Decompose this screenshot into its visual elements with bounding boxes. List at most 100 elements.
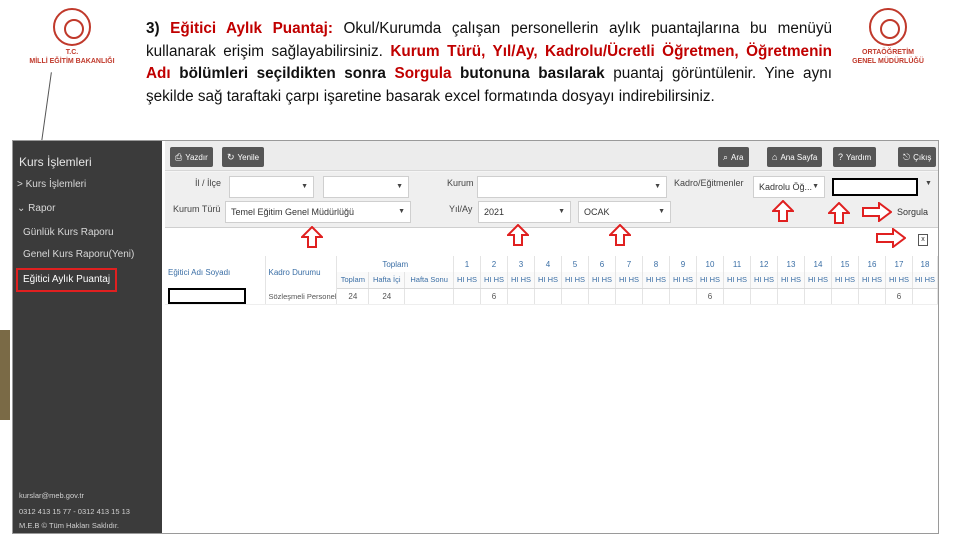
day-cell <box>858 288 886 305</box>
home-button[interactable]: ⌂ Ana Sayfa <box>767 147 823 167</box>
day-cell <box>750 288 778 305</box>
sub-header-hihs: HI HS <box>561 272 589 289</box>
sorgula-button[interactable]: Sorgula <box>897 201 937 223</box>
filter-panel: İl / İlçe ▼ ▼ Kurum ▼ Kadro/Eğitmenler K… <box>165 172 938 228</box>
day-cell: 6 <box>480 288 508 305</box>
day-cell <box>534 288 562 305</box>
day-cell <box>642 288 670 305</box>
chevron-down-icon: ▼ <box>301 183 308 190</box>
help-icon: ? <box>838 152 844 162</box>
teacher-name-select[interactable] <box>832 178 918 196</box>
sub-header-hihs: HI HS <box>642 272 670 289</box>
slide: T.C. MİLLİ EĞİTİM BAKANLIĞI ORTAÖĞRETİM … <box>0 0 960 540</box>
sidebar-item-egitici-aylik-puantaj[interactable]: Eğitici Aylık Puantaj <box>23 274 110 285</box>
day-cell <box>453 288 481 305</box>
sub-header-hihs: HI HS <box>858 272 886 289</box>
sidebar-item-gunluk-kurs-raporu[interactable]: Günlük Kurs Raporu <box>23 227 114 238</box>
day-cell <box>831 288 859 305</box>
annotation-arrow-up-icon <box>301 226 323 248</box>
kadro-select[interactable]: Kadrolu Öğ... ▼ <box>753 176 825 198</box>
sub-header-hihs: HI HS <box>453 272 481 289</box>
sub-header-hihs: HI HS <box>615 272 643 289</box>
sub-header-hihs: HI HS <box>912 272 938 289</box>
footer-phone: 0312 413 15 77 - 0312 413 15 13 <box>19 507 130 516</box>
annotation-arrow-up-icon <box>772 200 794 222</box>
ilce-select[interactable]: ▼ <box>323 176 409 198</box>
redacted-name <box>168 288 246 304</box>
refresh-button[interactable]: ↻ Yenile <box>222 147 265 167</box>
sub-header-hihs: HI HS <box>480 272 508 289</box>
day-cell: 6 <box>885 288 913 305</box>
sub-header-hihs: HI HS <box>507 272 535 289</box>
day-cell <box>588 288 616 305</box>
chevron-down-icon: ▼ <box>812 183 819 190</box>
month-select[interactable]: OCAK ▼ <box>578 201 671 223</box>
help-button[interactable]: ? Yardım <box>833 147 877 167</box>
hafta-sonu-cell <box>404 288 454 305</box>
sidebar-item-kurs-islemleri[interactable]: > Kurs İşlemleri <box>17 179 86 190</box>
il-ilce-label: İl / İlçe <box>195 178 222 188</box>
day-cell <box>561 288 589 305</box>
sub-header-hihs: HI HS <box>804 272 832 289</box>
sub-header-hihs: HI HS <box>777 272 805 289</box>
exit-icon: ⎋ <box>903 152 911 162</box>
ogm-logo: ORTAÖĞRETİM GENEL MÜDÜRLÜĞÜ <box>838 8 938 66</box>
search-icon: ⌕ <box>723 152 729 162</box>
day-header: 10 <box>696 256 724 272</box>
day-cell: 6 <box>696 288 724 305</box>
sub-header-hihs: HI HS <box>669 272 697 289</box>
search-button[interactable]: ⌕ Ara <box>718 147 749 167</box>
day-header: 1 <box>453 256 481 272</box>
footer-copyright: M.E.B © Tüm Hakları Saklıdır. <box>19 521 119 530</box>
chevron-down-icon: ▼ <box>654 183 661 190</box>
chevron-down-icon: ▼ <box>925 180 932 187</box>
day-header: 6 <box>588 256 616 272</box>
exit-button[interactable]: ⎋ Çıkış <box>898 147 937 167</box>
ogm-seal-icon <box>869 8 907 46</box>
kurum-turu-select[interactable]: Temel Eğitim Genel Müdürlüğü ▼ <box>225 201 411 223</box>
day-header: 5 <box>561 256 589 272</box>
day-cell <box>777 288 805 305</box>
day-header: 4 <box>534 256 562 272</box>
sidebar-item-rapor[interactable]: ⌄ Rapor <box>17 203 55 214</box>
day-header: 8 <box>642 256 670 272</box>
col-header-kadro: Kadro Durumu <box>265 256 338 288</box>
day-cell <box>669 288 697 305</box>
sidebar-item-genel-kurs-raporu[interactable]: Genel Kurs Raporu(Yeni) <box>23 249 134 260</box>
print-icon: ⎙ <box>175 152 183 162</box>
kurum-select[interactable]: ▼ <box>477 176 667 198</box>
chevron-down-icon: ▼ <box>558 208 565 215</box>
table-header-row: Eğitici Adı Soyadı Kadro Durumu Toplam 1… <box>165 256 938 288</box>
chevron-down-icon: ▼ <box>396 183 403 190</box>
sub-header-toplam: Toplam <box>336 272 370 289</box>
meb-logo-text: T.C. MİLLİ EĞİTİM BAKANLIĞI <box>29 49 115 65</box>
annotation-arrow-up-icon <box>828 202 850 224</box>
toplam-cell: 24 <box>336 288 370 305</box>
kurum-turu-label: Kurum Türü <box>173 204 221 214</box>
day-header: 15 <box>831 256 859 272</box>
puantaj-table: Eğitici Adı Soyadı Kadro Durumu Toplam 1… <box>165 256 938 305</box>
annotation-arrow-up-icon <box>609 224 631 246</box>
kurum-label: Kurum <box>447 178 474 188</box>
kadro-label: Kadro/Eğitmenler <box>674 178 744 188</box>
year-select[interactable]: 2021 ▼ <box>478 201 571 223</box>
day-header: 11 <box>723 256 751 272</box>
day-header: 9 <box>669 256 697 272</box>
col-header-name: Eğitici Adı Soyadı <box>165 256 266 288</box>
instruction-paragraph: 3) Eğitici Aylık Puantaj: Okul/Kurumda ç… <box>146 20 833 105</box>
il-select[interactable]: ▼ <box>229 176 314 198</box>
table-row[interactable]: Sözleşmeli Personel 24 24 6 6 6 <box>165 288 938 305</box>
kadro-cell: Sözleşmeli Personel <box>265 288 338 305</box>
day-header: 7 <box>615 256 643 272</box>
sub-header-hihs: HI HS <box>696 272 724 289</box>
print-button[interactable]: ⎙ Yazdır <box>170 147 213 167</box>
day-cell <box>912 288 938 305</box>
meb-logo: T.C. MİLLİ EĞİTİM BAKANLIĞI <box>22 8 122 66</box>
home-icon: ⌂ <box>772 152 778 162</box>
excel-export-icon[interactable]: x <box>918 234 928 246</box>
day-header: 2 <box>480 256 508 272</box>
col-header-toplam: Toplam <box>336 256 454 272</box>
meb-seal-icon <box>53 8 91 46</box>
day-cell <box>723 288 751 305</box>
sub-header-hihs: HI HS <box>723 272 751 289</box>
